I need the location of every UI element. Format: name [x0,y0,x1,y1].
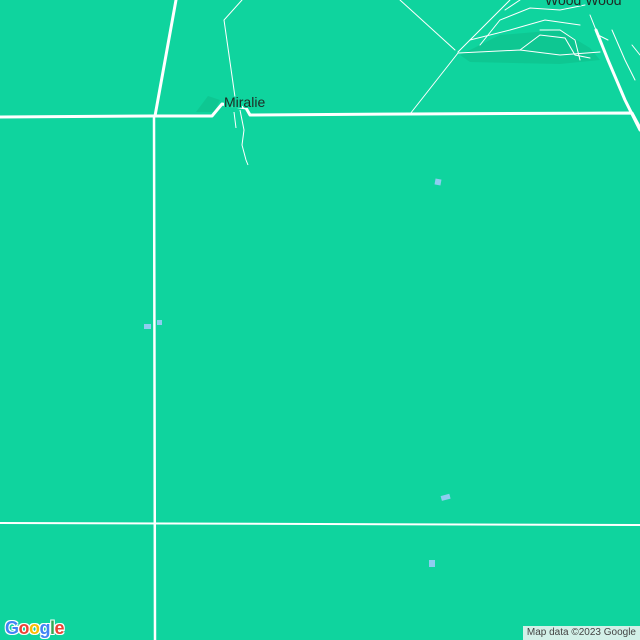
map-canvas[interactable]: Miralie Wood Wood Google Map data ©2023 … [0,0,640,640]
map-attribution: Map data ©2023 Google [522,626,640,640]
water-dam [429,560,435,567]
place-label-miralie[interactable]: Miralie [224,94,265,110]
road-main [152,114,157,640]
water-dam [434,178,442,186]
logo-letter: G [5,618,19,638]
logo-letter: g [39,618,51,638]
water-dam [144,324,151,329]
logo-letter: o [18,618,30,638]
water-dam [157,320,162,325]
google-logo-icon[interactable]: Google [5,618,65,639]
logo-letter: e [54,618,65,638]
logo-letter: o [29,618,40,638]
place-label-wood-wood[interactable]: Wood Wood [545,0,622,8]
map-tiles [0,0,640,640]
land-area [0,0,640,640]
